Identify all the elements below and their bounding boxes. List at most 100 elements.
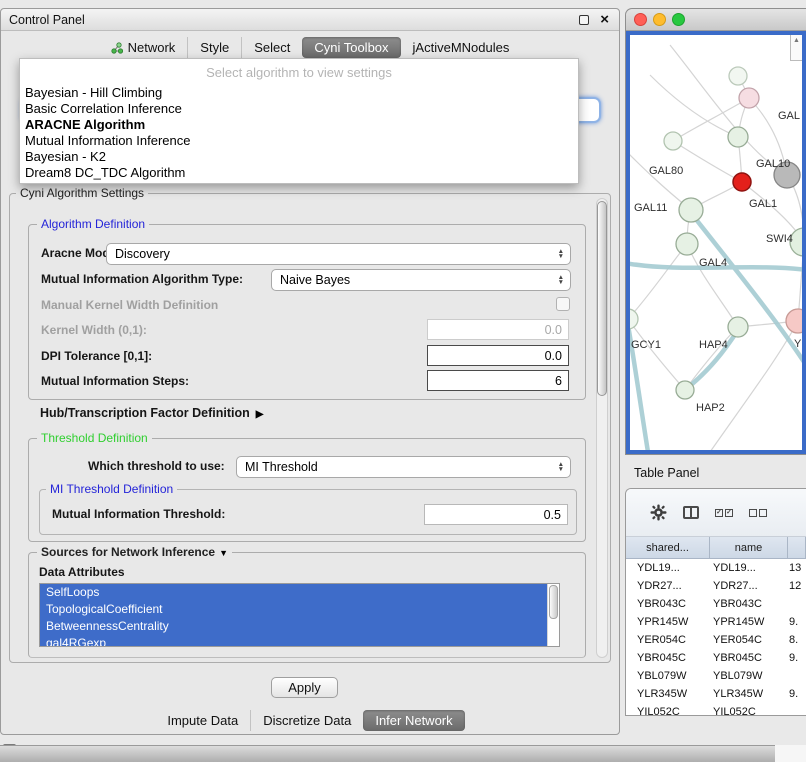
network-view-window: GAL GAL80 GAL10 GAL11 GAL1 SWI4 GAL4 GCY… xyxy=(625,8,806,455)
algorithm-option[interactable]: Dream8 DC_TDC Algorithm xyxy=(20,165,578,181)
network-node-label: GAL80 xyxy=(649,165,683,177)
control-panel-titlebar: Control Panel × xyxy=(1,9,619,31)
table-row[interactable]: YPR145WYPR145W9. xyxy=(626,613,806,631)
mi-type-combobox[interactable]: Naive Bayes ▲▼ xyxy=(271,269,571,291)
manual-kernel-checkbox[interactable] xyxy=(556,297,570,311)
network-node[interactable] xyxy=(676,233,698,255)
tab-jactivemnodules[interactable]: jActiveMNodules xyxy=(401,37,522,58)
network-node-label: GAL10 xyxy=(756,158,790,170)
combobox-arrows-icon: ▲▼ xyxy=(558,275,564,285)
algorithm-option[interactable]: Bayesian - K2 xyxy=(20,149,578,165)
network-node[interactable] xyxy=(786,309,803,333)
hub-section-toggle[interactable]: Hub/Transcription Factor Definition▶ xyxy=(40,406,263,420)
tab-impute-data[interactable]: Impute Data xyxy=(155,710,251,731)
minimize-traffic-light-button[interactable] xyxy=(653,13,666,26)
algorithm-option[interactable]: Bayesian - Hill Climbing xyxy=(20,85,578,101)
network-node[interactable] xyxy=(729,67,747,85)
algorithm-option[interactable]: Mutual Information Inference xyxy=(20,133,578,149)
network-node[interactable] xyxy=(664,132,682,150)
close-icon[interactable]: × xyxy=(600,11,609,29)
dpi-tolerance-label: DPI Tolerance [0,1]: xyxy=(41,349,152,363)
table-row[interactable]: YDR27...YDR27...12 xyxy=(626,577,806,595)
network-node[interactable] xyxy=(728,127,748,147)
aracne-mode-combobox[interactable]: Discovery ▲▼ xyxy=(106,243,571,265)
network-canvas[interactable]: GAL GAL80 GAL10 GAL11 GAL1 SWI4 GAL4 GCY… xyxy=(626,31,806,454)
tab-style[interactable]: Style xyxy=(188,37,242,58)
table-row[interactable]: YBR045CYBR045C9. xyxy=(626,649,806,667)
column-header-shared-name[interactable]: shared... xyxy=(626,537,710,558)
network-node-label: HAP4 xyxy=(699,339,728,351)
algorithm-option[interactable]: Basic Correlation Inference xyxy=(20,101,578,117)
mi-steps-field[interactable] xyxy=(427,370,569,391)
network-node-label: Y xyxy=(794,338,802,350)
network-node[interactable] xyxy=(679,198,703,222)
which-threshold-combobox[interactable]: MI Threshold ▲▼ xyxy=(236,456,571,478)
table-row[interactable]: YER054CYER054C8. xyxy=(626,631,806,649)
table-row[interactable]: YIL052CYIL052C xyxy=(626,703,806,715)
network-node-label: GAL1 xyxy=(749,198,777,210)
data-attributes-list[interactable]: SelfLoops TopologicalCoefficient Between… xyxy=(39,583,560,647)
mi-threshold-field[interactable] xyxy=(424,504,568,525)
combobox-arrows-icon: ▲▼ xyxy=(558,249,564,259)
column-header-partial[interactable] xyxy=(788,537,806,558)
zoom-traffic-light-button[interactable] xyxy=(672,13,685,26)
network-vertical-scrollbar[interactable]: ▲ xyxy=(790,35,802,61)
settings-vertical-scrollbar[interactable] xyxy=(596,198,608,658)
list-vertical-scrollbar[interactable] xyxy=(547,584,559,646)
scrollbar-thumb[interactable] xyxy=(597,201,607,396)
cyni-algorithm-settings-group: Cyni Algorithm Settings Algorithm Defini… xyxy=(9,193,611,663)
list-item-selected[interactable]: gal4RGexp xyxy=(40,635,547,647)
network-node-label: GAL xyxy=(778,110,800,122)
algorithm-option-selected[interactable]: ARACNE Algorithm xyxy=(20,117,578,133)
bottom-tabbar: Impute Data Discretize Data Infer Networ… xyxy=(1,709,619,731)
tab-discretize-data[interactable]: Discretize Data xyxy=(251,710,363,731)
manual-kernel-label: Manual Kernel Width Definition xyxy=(41,298,218,312)
table-row[interactable]: YLR345WYLR345W9. xyxy=(626,685,806,703)
tab-infer-network[interactable]: Infer Network xyxy=(363,710,464,731)
which-threshold-label: Which threshold to use: xyxy=(88,459,225,473)
threshold-definition-group: Threshold Definition Which threshold to … xyxy=(28,438,586,542)
network-node[interactable] xyxy=(630,309,638,329)
list-item-selected[interactable]: BetweennessCentrality xyxy=(40,618,547,635)
network-node[interactable] xyxy=(676,381,694,399)
network-icon xyxy=(111,42,123,54)
deselect-all-checkboxes-icon[interactable] xyxy=(749,509,767,517)
table-body: YDL19...YDL19...13 YDR27...YDR27...12 YB… xyxy=(626,559,806,715)
network-node-label: GCY1 xyxy=(631,339,661,351)
tab-network[interactable]: Network xyxy=(99,37,189,58)
column-header-name[interactable]: name xyxy=(710,537,788,558)
network-node-selected[interactable] xyxy=(733,173,751,191)
select-all-checkboxes-icon[interactable]: ✓✓ xyxy=(715,509,733,517)
network-graph: GAL GAL80 GAL10 GAL11 GAL1 SWI4 GAL4 GCY… xyxy=(630,35,803,452)
close-traffic-light-button[interactable] xyxy=(634,13,647,26)
float-window-icon[interactable] xyxy=(579,15,589,25)
table-row[interactable]: YBL079WYBL079W xyxy=(626,667,806,685)
list-item-selected[interactable]: SelfLoops xyxy=(40,584,547,601)
algorithm-definition-group: Algorithm Definition Aracne Mode: Discov… xyxy=(28,224,586,400)
network-node[interactable] xyxy=(728,317,748,337)
network-node[interactable] xyxy=(739,88,759,108)
columns-icon[interactable] xyxy=(683,506,699,519)
sources-toggle[interactable]: Sources for Network Inference▼ xyxy=(37,545,232,559)
apply-button[interactable]: Apply xyxy=(271,677,338,698)
tab-label: Style xyxy=(200,40,229,55)
group-title: Algorithm Definition xyxy=(37,217,149,231)
table-row[interactable]: YDL19...YDL19...13 xyxy=(626,559,806,577)
table-row[interactable]: YBR043CYBR043C xyxy=(626,595,806,613)
tab-label: jActiveMNodules xyxy=(413,40,510,55)
scrollbar-thumb[interactable] xyxy=(549,585,558,619)
network-node-label: HAP2 xyxy=(696,402,725,414)
tab-select[interactable]: Select xyxy=(242,37,302,58)
mi-steps-label: Mutual Information Steps: xyxy=(41,374,189,388)
gear-icon[interactable] xyxy=(650,504,667,521)
tab-label: Impute Data xyxy=(167,713,238,728)
list-item-selected[interactable]: TopologicalCoefficient xyxy=(40,601,547,618)
dropdown-placeholder: Select algorithm to view settings xyxy=(20,61,578,85)
kernel-width-field[interactable] xyxy=(427,319,569,340)
group-title: Cyni Algorithm Settings xyxy=(16,186,148,200)
tab-cyni-toolbox[interactable]: Cyni Toolbox xyxy=(302,37,400,58)
combobox-value: MI Threshold xyxy=(245,460,318,474)
chevron-down-icon: ▼ xyxy=(219,548,228,558)
data-attributes-label: Data Attributes xyxy=(39,565,125,579)
dpi-tolerance-field[interactable] xyxy=(427,345,569,366)
